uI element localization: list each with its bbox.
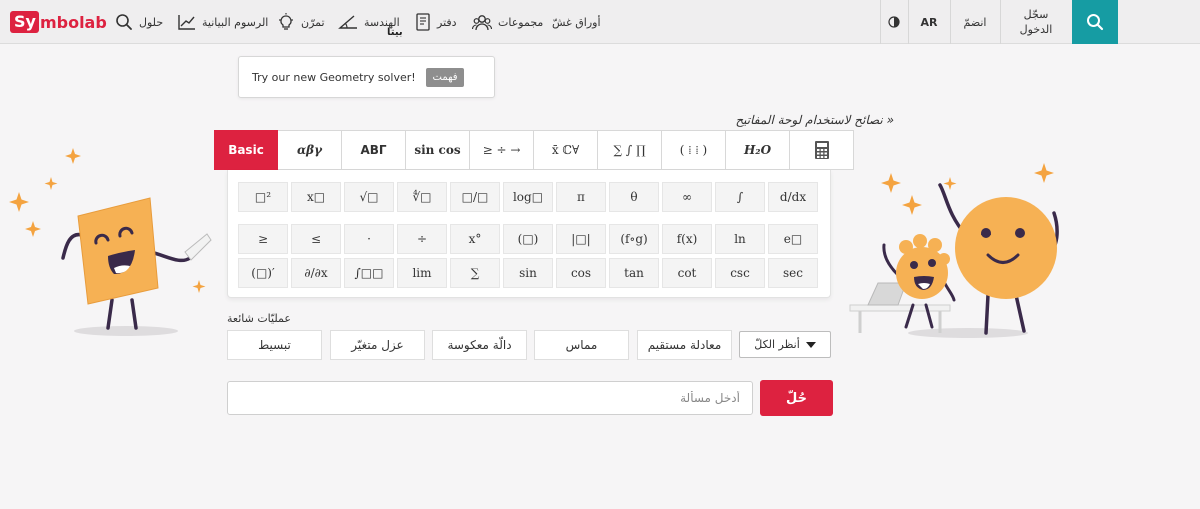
keypad-key[interactable]: cot (662, 258, 712, 288)
angle-icon (338, 15, 357, 29)
top-navigation-bar: Sy mbolab حلول الرسوم البيانية تمرّن اله… (0, 0, 1200, 44)
keypad-key[interactable]: ∞ (662, 182, 712, 212)
nav-cheat-sheets[interactable]: أوراق غشّ (552, 0, 601, 44)
promo-message: Try our new Geometry solver! (252, 71, 416, 84)
notebook-icon (416, 13, 430, 31)
keypad-key[interactable]: ln (715, 224, 765, 254)
keyboard-tabs: Basic αβγ ΑΒΓ sin cos ≥ ÷ → x̄ ℂ∀ ∑ ∫ ∏ … (214, 130, 854, 170)
keypad-key[interactable]: d/dx (768, 182, 818, 212)
keypad-key[interactable]: (f∘g) (609, 224, 659, 254)
nav-notebook[interactable]: دفتر (415, 0, 457, 44)
keypad-key[interactable]: x° (450, 224, 500, 254)
keypad-key[interactable]: e□ (768, 224, 818, 254)
nav-cheat-sheets-label: أوراق غشّ (552, 15, 601, 29)
keypad-key[interactable]: ∑ (450, 258, 500, 288)
keypad-key[interactable]: □² (238, 182, 288, 212)
nav-groups[interactable]: مجموعات (472, 0, 543, 44)
keypad-key[interactable]: · (344, 224, 394, 254)
tab-matrices[interactable]: ( ⁞ ⁞ ) (662, 130, 726, 170)
calculator-icon (814, 141, 829, 159)
geometry-promo-popup: Try our new Geometry solver! فهمت (238, 56, 495, 98)
join-link[interactable]: انضمّ (950, 0, 1000, 44)
dismiss-button[interactable]: فهمت (426, 68, 464, 87)
tab-operators[interactable]: ≥ ÷ → (470, 130, 534, 170)
keypad-key[interactable]: □/□ (450, 182, 500, 212)
contrast-icon (888, 16, 900, 28)
op-simplify[interactable]: تبسيط (227, 330, 322, 360)
nav-graphing[interactable]: الرسوم البيانية (178, 0, 268, 44)
keypad-key[interactable]: ∂/∂x (291, 258, 341, 288)
keypad-key[interactable]: sec (768, 258, 818, 288)
view-all-label: أنظر الكلّ (754, 338, 800, 351)
common-operations-title: عمليّات شائعة (227, 312, 291, 325)
keypad-key[interactable]: ∫ (715, 182, 765, 212)
keyboard-tips-link[interactable]: « نصائح لاستخدام لوحة المفاتيح (714, 113, 894, 127)
language-selector[interactable]: AR (908, 0, 950, 44)
tab-greek-upper[interactable]: ΑΒΓ (342, 130, 406, 170)
symbolab-logo[interactable]: Sy mbolab (10, 11, 107, 33)
tab-calculator[interactable] (790, 130, 854, 170)
lightbulb-icon (279, 13, 293, 30)
nav-notebook-label: دفتر (437, 15, 457, 29)
tab-basic[interactable]: Basic (214, 130, 278, 170)
keypad-key[interactable]: log□ (503, 182, 553, 212)
keypad-key[interactable]: (□)′ (238, 258, 288, 288)
view-all-dropdown[interactable]: أنظر الكلّ (739, 331, 831, 358)
op-inverse-function[interactable]: دالّة معكوسة (432, 330, 527, 360)
problem-input[interactable] (227, 381, 753, 415)
keypad-panel: □² x□ √□ ∜□ □/□ log□ π θ ∞ ∫ d/dx ≥ ≤ · ÷ x° (□) |□| (f∘g)… (227, 170, 831, 298)
logo-wordmark: mbolab (39, 12, 107, 32)
keypad-key[interactable]: ÷ (397, 224, 447, 254)
op-isolate-variable[interactable]: عزل متغيّر (330, 330, 425, 360)
login-link[interactable]: سجّل الدخول (1000, 0, 1072, 44)
keypad-key[interactable]: csc (715, 258, 765, 288)
keypad-key[interactable]: lim (397, 258, 447, 288)
right-characters-illustration (849, 163, 1059, 338)
tab-greek-lower[interactable]: αβγ (278, 130, 342, 170)
keypad-key[interactable]: sin (503, 258, 553, 288)
keypad-key[interactable]: cos (556, 258, 606, 288)
nav-geometry[interactable]: الهندسة بيتا (338, 0, 403, 44)
keypad-key[interactable]: (□) (503, 224, 553, 254)
left-character-illustration (9, 148, 212, 336)
op-tangent[interactable]: مماس (534, 330, 629, 360)
solve-button[interactable]: حُلّ (760, 380, 833, 416)
tab-trig[interactable]: sin cos (406, 130, 470, 170)
nav-practice-label: تمرّن (301, 15, 325, 29)
tab-sets[interactable]: x̄ ℂ∀ (534, 130, 598, 170)
nav-solutions-label: حلول (139, 15, 164, 29)
op-line-equation[interactable]: معادلة مستقيم (637, 330, 732, 360)
keypad-key[interactable]: ≤ (291, 224, 341, 254)
nav-graphing-label: الرسوم البيانية (202, 15, 269, 29)
search-icon (116, 14, 132, 30)
search-button[interactable] (1072, 0, 1118, 44)
keypad-key[interactable]: √□ (344, 182, 394, 212)
caret-down-icon (805, 341, 816, 348)
nav-groups-label: مجموعات (498, 15, 544, 29)
keypad-key[interactable]: ≥ (238, 224, 288, 254)
logo-mark: Sy (10, 11, 39, 33)
keypad-key[interactable]: ∜□ (397, 182, 447, 212)
search-icon (1087, 14, 1104, 31)
keypad-key[interactable]: tan (609, 258, 659, 288)
tab-chemistry[interactable]: H₂O (726, 130, 790, 170)
keypad-key[interactable]: f(x) (662, 224, 712, 254)
tab-calculus[interactable]: ∑ ∫ ∏ (598, 130, 662, 170)
keypad-key[interactable]: θ (609, 182, 659, 212)
keypad-key[interactable]: π (556, 182, 606, 212)
contrast-toggle[interactable] (880, 0, 908, 44)
groups-icon (472, 15, 492, 31)
beta-badge: بيتا (387, 27, 403, 38)
nav-practice[interactable]: تمرّن (277, 0, 325, 44)
keypad-key[interactable]: ∫□□ (344, 258, 394, 288)
graph-icon (178, 15, 195, 30)
keypad-key[interactable]: |□| (556, 224, 606, 254)
nav-solutions[interactable]: حلول (115, 0, 163, 44)
keypad-key[interactable]: x□ (291, 182, 341, 212)
